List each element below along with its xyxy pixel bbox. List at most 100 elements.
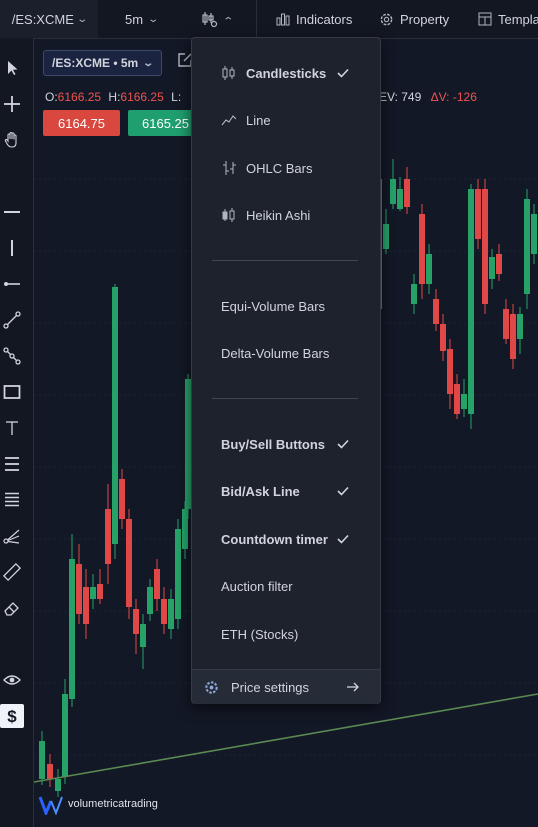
candlestick-icon xyxy=(222,66,235,80)
svg-text:$: $ xyxy=(7,707,17,726)
fib-retracement-icon xyxy=(5,457,19,471)
pan-tool[interactable] xyxy=(0,128,24,152)
candle-body xyxy=(133,609,139,634)
candlestick-settings-icon xyxy=(202,12,218,28)
candle-body xyxy=(475,189,481,239)
arrow-right-icon xyxy=(347,682,359,692)
menu-divider xyxy=(212,260,358,261)
candle-body xyxy=(39,741,45,779)
candle-body xyxy=(62,694,68,777)
dollar-icon: $ xyxy=(7,707,17,726)
price-tool[interactable]: $ xyxy=(0,704,24,728)
horizontal-line-tool[interactable] xyxy=(0,200,24,224)
symbol-selector[interactable]: /ES:XCME ⌄ xyxy=(0,0,98,38)
menu-item-label: Candlesticks xyxy=(246,65,327,81)
ruler-tool[interactable] xyxy=(0,560,24,584)
templates-button[interactable]: Templa xyxy=(478,0,538,38)
candle-body xyxy=(97,584,103,599)
menu-item-label: Line xyxy=(246,112,271,128)
gear-icon xyxy=(205,680,218,694)
checkmark-icon xyxy=(337,68,349,78)
eraser-icon xyxy=(4,602,19,616)
checkmark-icon xyxy=(337,439,349,449)
price-settings-label: Price settings xyxy=(231,679,310,695)
candle-body xyxy=(390,179,396,204)
chart-symbol-chip[interactable]: /ES:XCME • 5m ⌄ xyxy=(43,50,162,76)
cursor-tool[interactable] xyxy=(0,56,24,80)
candle-body xyxy=(147,587,153,614)
delta-volume-value: ΔV: -126 xyxy=(430,90,477,104)
candle-body xyxy=(47,764,53,779)
menu-item-bid-ask-line[interactable]: Bid/Ask Line xyxy=(192,471,380,511)
menu-item-eth-stocks[interactable]: ETH (Stocks) xyxy=(192,614,380,654)
chart-type-menu: Candlesticks Line OHLC Bars Heikin Ashi … xyxy=(191,37,381,704)
menu-item-label: Heikin Ashi xyxy=(246,207,311,223)
menu-item-label: Countdown timer xyxy=(221,531,328,547)
trend-line-icon xyxy=(3,311,21,329)
ohlc-readout: O:6166.25 H:6166.25 L: xyxy=(45,90,181,104)
chart-symbol-label: /ES:XCME • 5m xyxy=(52,56,139,70)
menu-item-label: ETH (Stocks) xyxy=(221,626,299,642)
menu-item-heikin-ashi[interactable]: Heikin Ashi xyxy=(192,195,380,235)
menu-item-countdown-timer[interactable]: Countdown timer xyxy=(192,519,380,559)
candle-body xyxy=(510,314,516,359)
fib-retracement-tool[interactable] xyxy=(0,452,24,476)
text-tool[interactable] xyxy=(0,416,24,440)
chevron-up-icon: ⌄ xyxy=(222,13,235,25)
candle-body xyxy=(140,624,146,647)
menu-item-buy-sell-buttons[interactable]: Buy/Sell Buttons xyxy=(192,424,380,464)
high-value: 6166.25 xyxy=(120,90,164,104)
candle-body xyxy=(168,599,174,629)
price-settings-button[interactable]: Price settings xyxy=(192,669,380,704)
watermark: volumetricatrading xyxy=(38,793,158,815)
trend-line[interactable] xyxy=(34,693,538,783)
candle-body xyxy=(461,394,467,409)
gann-fan-icon xyxy=(3,529,20,544)
checkmark-icon xyxy=(337,534,349,544)
interval-selector[interactable]: 5m ⌄ xyxy=(125,0,159,38)
menu-item-label: Delta-Volume Bars xyxy=(221,345,330,361)
cursor-icon xyxy=(8,61,18,75)
ray-tool[interactable] xyxy=(0,272,24,296)
hand-icon xyxy=(4,131,17,148)
property-button[interactable]: Property xyxy=(379,0,449,38)
candle-body xyxy=(119,479,125,519)
eraser-tool[interactable] xyxy=(0,596,24,620)
crosshair-tool[interactable] xyxy=(0,92,24,116)
path-tool[interactable] xyxy=(0,344,24,368)
candle-body xyxy=(524,199,530,294)
candle-body xyxy=(482,189,488,304)
vertical-line-icon xyxy=(11,240,13,256)
menu-item-line[interactable]: Line xyxy=(192,100,380,140)
menu-item-label: Auction filter xyxy=(221,578,293,594)
indicators-button[interactable]: Indicators xyxy=(276,0,352,38)
candle-body xyxy=(419,214,425,284)
visibility-tool[interactable] xyxy=(0,668,24,692)
candle-body xyxy=(154,569,160,599)
top-toolbar: /ES:XCME ⌄ 5m ⌄ ⌄ Indicators Property Te… xyxy=(0,0,538,39)
sell-button[interactable]: 6164.75 xyxy=(43,110,120,136)
vertical-line-tool[interactable] xyxy=(0,236,24,260)
path-icon xyxy=(3,347,21,365)
menu-item-candlesticks[interactable]: Candlesticks xyxy=(192,53,380,93)
menu-item-label: Equi-Volume Bars xyxy=(221,298,326,314)
trend-line-tool[interactable] xyxy=(0,308,24,332)
chart-type-button[interactable]: ⌄ xyxy=(200,0,235,38)
ev-value: EV: 749 xyxy=(379,90,422,104)
symbol-label: /ES:XCME xyxy=(11,11,74,27)
menu-item-auction-filter[interactable]: Auction filter xyxy=(192,566,380,606)
fib-extension-tool[interactable] xyxy=(0,488,24,512)
crosshair-icon xyxy=(4,96,20,112)
menu-item-equi-volume-bars[interactable]: Equi-Volume Bars xyxy=(192,286,380,326)
candle-body xyxy=(76,564,82,614)
menu-item-ohlc-bars[interactable]: OHLC Bars xyxy=(192,148,380,188)
low-label: L: xyxy=(171,90,182,104)
rectangle-tool[interactable] xyxy=(0,380,24,404)
line-chart-icon xyxy=(221,115,237,126)
candle-body xyxy=(397,189,403,209)
gann-fan-tool[interactable] xyxy=(0,524,24,548)
open-value: 6166.25 xyxy=(57,90,102,104)
menu-item-delta-volume-bars[interactable]: Delta-Volume Bars xyxy=(192,333,380,373)
property-label: Property xyxy=(400,11,450,27)
candle-body xyxy=(126,519,132,607)
